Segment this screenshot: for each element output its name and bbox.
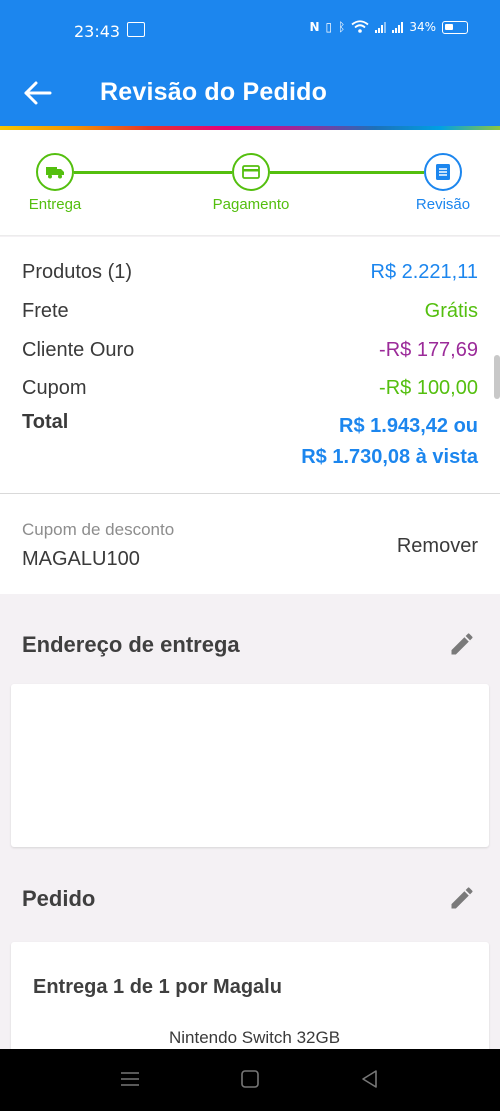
credit-card-icon [242,165,260,179]
summary-row-gold-customer: Cliente Ouro -R$ 177,69 [22,339,478,362]
battery-percent: 34% [409,20,436,34]
step-label-entrega: Entrega [28,196,82,213]
summary-row-products: Produtos (1) R$ 2.221,11 [22,261,478,284]
truck-icon [46,167,64,179]
coupon-discount: -R$ 100,00 [379,377,478,399]
summary-row-total: Total R$ 1.943,42 ou R$ 1.730,08 à vista [22,411,478,473]
home-icon[interactable] [240,1069,260,1094]
status-bar: 23:43 N ▯ ᛒ 34% [0,0,500,64]
nfc-icon: N [309,20,320,34]
summary-row-shipping: Frete Grátis [22,300,478,323]
signal-icon [375,21,387,33]
address-card[interactable] [11,684,489,847]
back-arrow-icon[interactable] [22,78,56,108]
step-revisao[interactable] [424,153,462,191]
step-connector [74,171,232,174]
remove-coupon-button[interactable]: Remover [397,535,478,558]
step-connector [270,171,424,174]
bluetooth-icon: ᛒ [338,20,346,34]
page-title: Revisão do Pedido [100,78,328,106]
coupon-label: Cupom [22,377,87,399]
document-icon [436,164,450,180]
coupon-section: Cupom de desconto MAGALU100 Remover [0,494,500,594]
coupon-caption: Cupom de desconto [22,520,175,539]
status-time: 23:43 [74,22,121,41]
gallery-notification-icon [127,22,145,37]
order-summary: Produtos (1) R$ 2.221,11 Frete Grátis Cl… [0,237,500,493]
edit-address-icon[interactable] [448,630,476,658]
gold-customer-label: Cliente Ouro [22,339,135,361]
back-nav-icon[interactable] [360,1069,380,1094]
total-installment-price: R$ 1.943,42 ou [339,415,478,437]
step-pagamento[interactable] [232,153,270,191]
products-label: Produtos (1) [22,261,133,283]
step-label-revisao: Revisão [415,196,471,213]
wifi-icon [351,20,369,33]
total-label: Total [22,411,69,433]
signal-icon-2 [392,21,404,33]
total-cash-price: R$ 1.730,08 à vista [301,446,478,468]
edit-order-icon[interactable] [448,884,476,912]
address-section-title: Endereço de entrega [22,632,240,657]
checkout-stepper: Entrega Pagamento Revisão [0,130,500,236]
total-value: R$ 1.943,42 ou R$ 1.730,08 à vista [301,411,478,473]
system-nav-bar [0,1049,500,1111]
gold-customer-discount: -R$ 177,69 [379,339,478,361]
delivery-title: Entrega 1 de 1 por Magalu [33,976,282,998]
product-name[interactable]: Nintendo Switch 32GB [169,1028,340,1048]
shipping-value: Grátis [424,300,478,322]
status-icons: N ▯ ᛒ 34% [309,20,468,34]
vibrate-icon: ▯ [325,20,333,34]
step-label-pagamento: Pagamento [212,196,290,213]
battery-icon [442,20,468,34]
summary-row-coupon: Cupom -R$ 100,00 [22,377,478,400]
scrollbar[interactable] [494,355,500,399]
recent-apps-icon[interactable] [120,1069,140,1094]
step-entrega[interactable] [36,153,74,191]
order-section-title: Pedido [22,886,96,911]
coupon-code: MAGALU100 [22,548,140,570]
shipping-label: Frete [22,300,69,322]
products-value: R$ 2.221,11 [370,261,479,283]
app-header: 23:43 N ▯ ᛒ 34% Revisão do Pedido [0,0,500,126]
